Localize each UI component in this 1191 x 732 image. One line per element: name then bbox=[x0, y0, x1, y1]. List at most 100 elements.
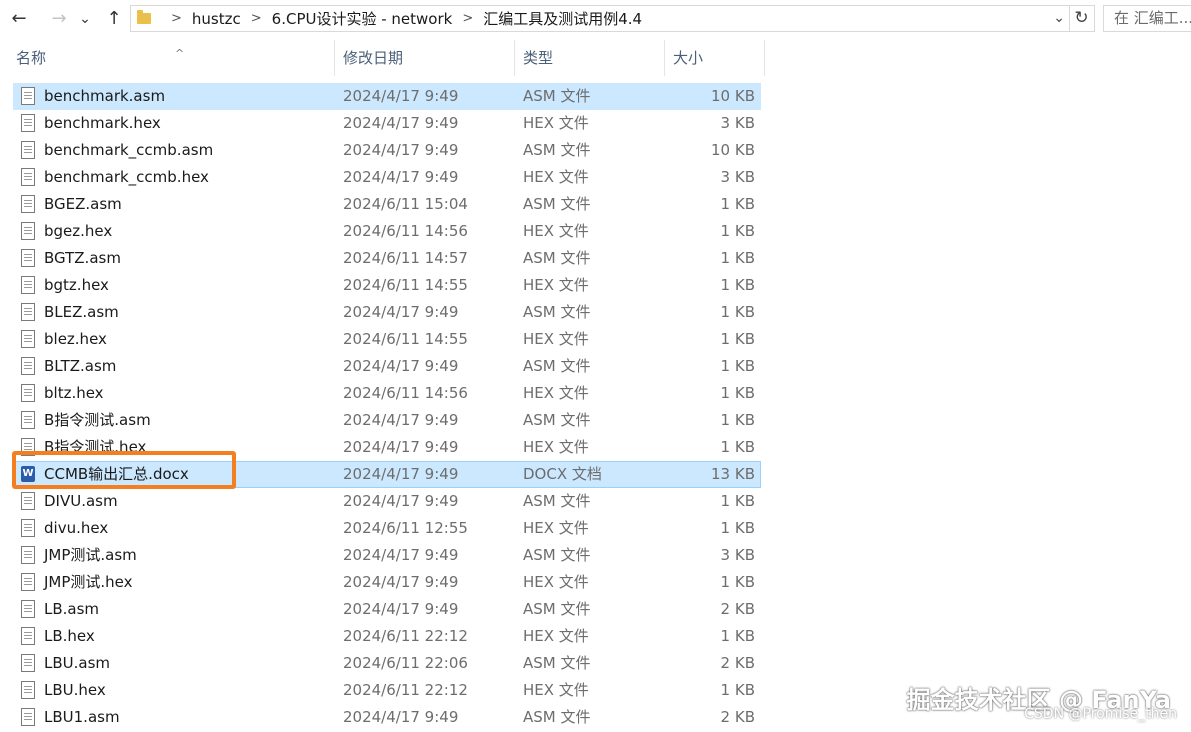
file-row[interactable]: BLTZ.asm 2024/4/17 9:49 ASM 文件 1 KB bbox=[13, 353, 761, 380]
file-size: 3 KB bbox=[720, 546, 755, 564]
file-date: 2024/4/17 9:49 bbox=[343, 141, 459, 159]
text-file-icon bbox=[21, 708, 35, 726]
file-type: ASM 文件 bbox=[523, 600, 591, 618]
file-row[interactable]: DIVU.asm 2024/4/17 9:49 ASM 文件 1 KB bbox=[13, 488, 761, 515]
file-date: 2024/4/17 9:49 bbox=[343, 465, 459, 483]
up-button[interactable]: ↑ bbox=[101, 6, 127, 32]
text-file-icon bbox=[21, 249, 35, 267]
column-header-name[interactable]: 名称 ^ bbox=[8, 40, 335, 76]
file-name: LBU.asm bbox=[44, 654, 111, 672]
back-button[interactable]: ← bbox=[6, 6, 32, 32]
file-row[interactable]: W CCMB输出汇总.docx 2024/4/17 9:49 DOCX 文档 13 KB bbox=[13, 461, 761, 488]
file-row[interactable]: BGEZ.asm 2024/6/11 15:04 ASM 文件 1 KB bbox=[13, 191, 761, 218]
refresh-button[interactable]: ↻ bbox=[1069, 5, 1095, 32]
file-row[interactable]: divu.hex 2024/6/11 12:55 HEX 文件 1 KB bbox=[13, 515, 761, 542]
file-row[interactable]: benchmark.asm 2024/4/17 9:49 ASM 文件 10 KB bbox=[13, 83, 761, 110]
file-type: HEX 文件 bbox=[523, 114, 589, 132]
file-row[interactable]: LBU1.asm 2024/4/17 9:49 ASM 文件 2 KB bbox=[13, 704, 761, 731]
breadcrumb-separator[interactable]: > bbox=[251, 11, 262, 26]
file-row[interactable]: BLEZ.asm 2024/4/17 9:49 ASM 文件 1 KB bbox=[13, 299, 761, 326]
file-size: 1 KB bbox=[720, 357, 755, 375]
address-bar-area: ← → ⌄ ↑ > hustzc > 6.CPU设计实验 - network >… bbox=[0, 0, 1191, 38]
file-type: HEX 文件 bbox=[523, 276, 589, 294]
breadcrumb-item-2[interactable]: 6.CPU设计实验 - network bbox=[272, 8, 453, 29]
file-date: 2024/4/17 9:49 bbox=[343, 87, 459, 105]
file-date: 2024/4/17 9:49 bbox=[343, 411, 459, 429]
text-file-icon bbox=[21, 600, 35, 618]
file-row[interactable]: LB.hex 2024/6/11 22:12 HEX 文件 1 KB bbox=[13, 623, 761, 650]
file-name: CCMB输出汇总.docx bbox=[44, 465, 189, 483]
file-row[interactable]: benchmark_ccmb.hex 2024/4/17 9:49 HEX 文件 3 … bbox=[13, 164, 761, 191]
file-row[interactable]: B指令测试.asm 2024/4/17 9:49 ASM 文件 1 KB bbox=[13, 407, 761, 434]
text-file-icon bbox=[21, 195, 35, 213]
text-file-icon bbox=[21, 357, 35, 375]
text-file-icon bbox=[21, 654, 35, 672]
forward-button[interactable]: → bbox=[46, 6, 72, 32]
address-dropdown-icon[interactable]: ⌄ bbox=[1053, 10, 1065, 26]
file-date: 2024/6/11 14:57 bbox=[343, 249, 468, 267]
file-name: bgtz.hex bbox=[44, 276, 109, 294]
file-type: HEX 文件 bbox=[523, 681, 589, 699]
recent-locations-button[interactable]: ⌄ bbox=[76, 6, 94, 32]
file-type: ASM 文件 bbox=[523, 411, 591, 429]
file-type: DOCX 文档 bbox=[523, 465, 602, 483]
folder-icon bbox=[137, 10, 151, 24]
refresh-icon: ↻ bbox=[1074, 8, 1089, 28]
chevron-down-icon: ⌄ bbox=[79, 11, 91, 27]
file-size: 2 KB bbox=[720, 600, 755, 618]
file-row[interactable]: JMP测试.asm 2024/4/17 9:49 ASM 文件 3 KB bbox=[13, 542, 761, 569]
file-date: 2024/6/11 15:04 bbox=[343, 195, 468, 213]
file-type: ASM 文件 bbox=[523, 654, 591, 672]
column-header-size[interactable]: 大小 bbox=[665, 40, 765, 76]
file-name: blez.hex bbox=[44, 330, 107, 348]
breadcrumb-separator[interactable]: > bbox=[462, 11, 473, 26]
file-row[interactable]: BGTZ.asm 2024/6/11 14:57 ASM 文件 1 KB bbox=[13, 245, 761, 272]
address-bar[interactable]: > hustzc > 6.CPU设计实验 - network > 汇编工具及测试… bbox=[130, 5, 1070, 32]
file-date: 2024/4/17 9:49 bbox=[343, 708, 459, 726]
file-name: benchmark_ccmb.hex bbox=[44, 168, 209, 186]
file-row[interactable]: bltz.hex 2024/6/11 14:56 HEX 文件 1 KB bbox=[13, 380, 761, 407]
file-name: DIVU.asm bbox=[44, 492, 118, 510]
file-size: 13 KB bbox=[711, 465, 755, 483]
file-row[interactable]: bgtz.hex 2024/6/11 14:55 HEX 文件 1 KB bbox=[13, 272, 761, 299]
file-type: ASM 文件 bbox=[523, 249, 591, 267]
text-file-icon bbox=[21, 87, 35, 105]
breadcrumb-item-3[interactable]: 汇编工具及测试用例4.4 bbox=[483, 8, 642, 29]
file-date: 2024/6/11 22:12 bbox=[343, 627, 468, 645]
sort-ascending-icon: ^ bbox=[175, 47, 185, 60]
column-headers: 名称 ^ 修改日期 类型 大小 bbox=[0, 40, 1191, 76]
search-input[interactable]: 在 汇编工... bbox=[1103, 5, 1191, 32]
file-row[interactable]: benchmark_ccmb.asm 2024/4/17 9:49 ASM 文件 10… bbox=[13, 137, 761, 164]
file-name: LB.asm bbox=[44, 600, 100, 618]
text-file-icon bbox=[21, 141, 35, 159]
text-file-icon bbox=[21, 573, 35, 591]
file-size: 1 KB bbox=[720, 249, 755, 267]
breadcrumb-separator[interactable]: > bbox=[171, 11, 182, 26]
file-row[interactable]: JMP测试.hex 2024/4/17 9:49 HEX 文件 1 KB bbox=[13, 569, 761, 596]
file-name: benchmark_ccmb.asm bbox=[44, 141, 214, 159]
file-row[interactable]: LB.asm 2024/4/17 9:49 ASM 文件 2 KB bbox=[13, 596, 761, 623]
text-file-icon bbox=[21, 276, 35, 294]
column-header-type[interactable]: 类型 bbox=[515, 40, 665, 76]
file-row[interactable]: benchmark.hex 2024/4/17 9:49 HEX 文件 3 KB bbox=[13, 110, 761, 137]
file-type: HEX 文件 bbox=[523, 438, 589, 456]
file-row[interactable]: B指令测试.hex 2024/4/17 9:49 HEX 文件 1 KB bbox=[13, 434, 761, 461]
file-name: JMP测试.hex bbox=[44, 573, 133, 591]
file-size: 10 KB bbox=[711, 87, 755, 105]
file-date: 2024/4/17 9:49 bbox=[343, 573, 459, 591]
file-type: HEX 文件 bbox=[523, 573, 589, 591]
file-type: ASM 文件 bbox=[523, 492, 591, 510]
column-date-label: 修改日期 bbox=[343, 49, 404, 67]
file-size: 1 KB bbox=[720, 330, 755, 348]
file-size: 1 KB bbox=[720, 384, 755, 402]
file-row[interactable]: LBU.asm 2024/6/11 22:06 ASM 文件 2 KB bbox=[13, 650, 761, 677]
column-header-date[interactable]: 修改日期 bbox=[335, 40, 515, 76]
file-row[interactable]: bgez.hex 2024/6/11 14:56 HEX 文件 1 KB bbox=[13, 218, 761, 245]
file-date: 2024/4/17 9:49 bbox=[343, 438, 459, 456]
file-row[interactable]: blez.hex 2024/6/11 14:55 HEX 文件 1 KB bbox=[13, 326, 761, 353]
file-row[interactable]: LBU.hex 2024/6/11 22:12 HEX 文件 1 KB bbox=[13, 677, 761, 704]
breadcrumb-item-1[interactable]: hustzc bbox=[192, 10, 241, 28]
file-type: HEX 文件 bbox=[523, 519, 589, 537]
file-date: 2024/6/11 14:55 bbox=[343, 330, 468, 348]
text-file-icon bbox=[21, 681, 35, 699]
